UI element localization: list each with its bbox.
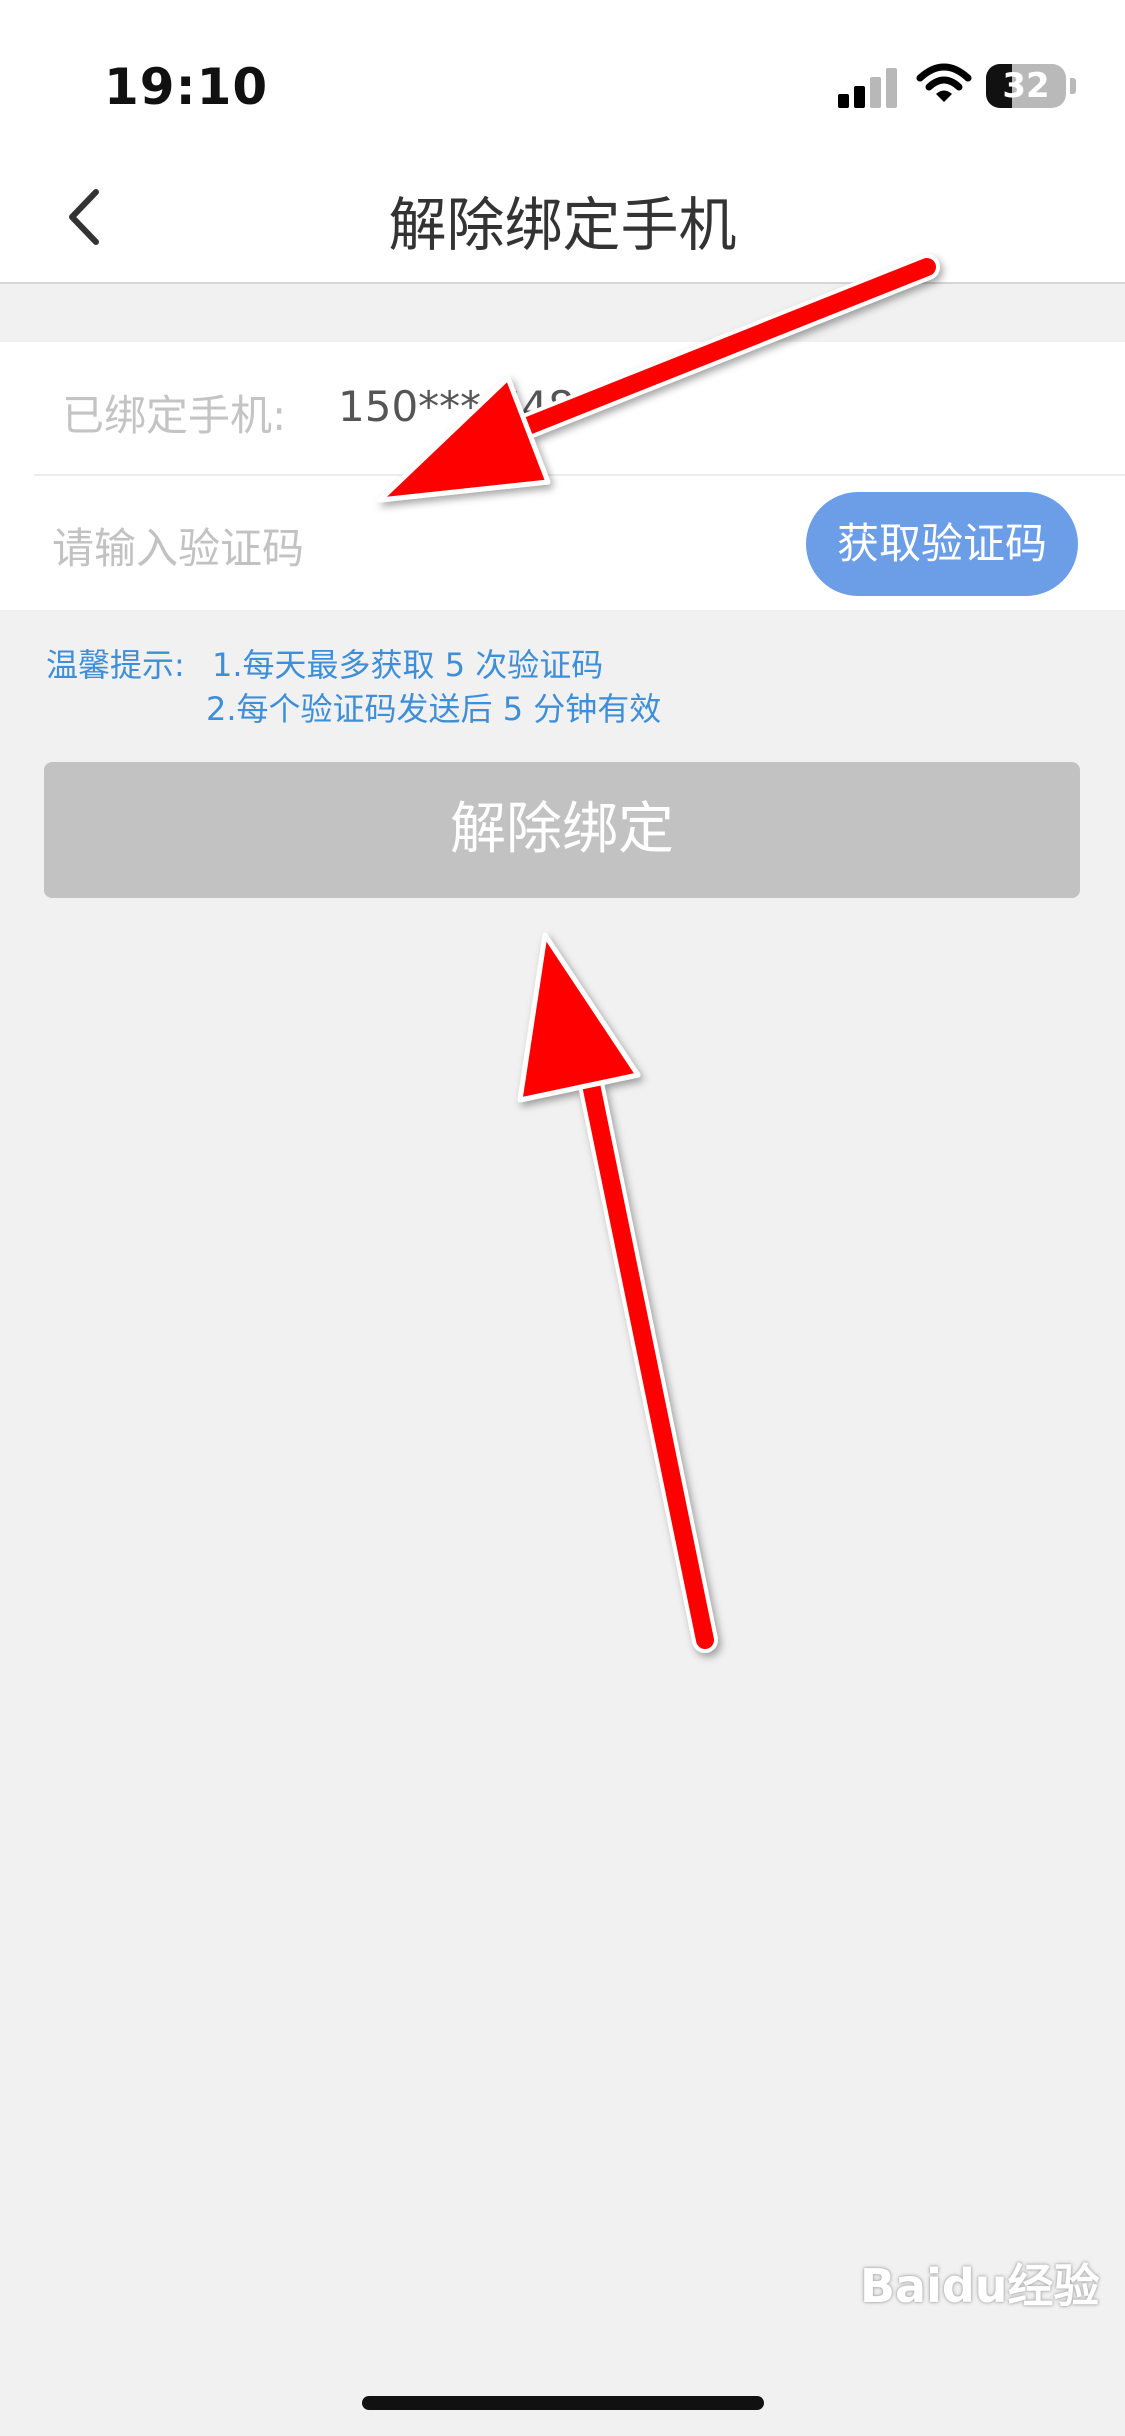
verification-code-input[interactable] (50, 512, 754, 584)
get-code-button[interactable]: 获取验证码 (806, 492, 1078, 596)
unbind-button[interactable]: 解除绑定 (44, 762, 1080, 898)
tip-line-2: 2.每个验证码发送后 5 分钟有效 (206, 690, 662, 728)
nav-bar: 解除绑定手机 (0, 150, 1125, 284)
unbind-form: 已绑定手机: 150*** 648 获取验证码 (0, 342, 1125, 610)
page-title: 解除绑定手机 (388, 191, 737, 259)
status-time: 19:10 (104, 58, 269, 116)
bound-phone-label: 已绑定手机: (62, 391, 287, 440)
home-indicator[interactable] (362, 2396, 764, 2410)
watermark: Baidu经验 (860, 2259, 1100, 2313)
cellular-signal-icon (838, 66, 898, 108)
tip-label: 温馨提示: (46, 646, 185, 684)
wifi-icon (916, 62, 972, 110)
tip-line-1: 1.每天最多获取 5 次验证码 (212, 646, 604, 684)
arrow-to-unbind-button (517, 932, 718, 1653)
bound-phone-row: 已绑定手机: 150*** 648 (0, 342, 1125, 474)
divider (34, 474, 1125, 476)
battery-level: 32 (1002, 66, 1050, 106)
status-bar: 19:10 32 (0, 0, 1125, 150)
battery-icon: 32 (986, 64, 1066, 108)
bound-phone-value: 150*** 648 (338, 382, 575, 431)
